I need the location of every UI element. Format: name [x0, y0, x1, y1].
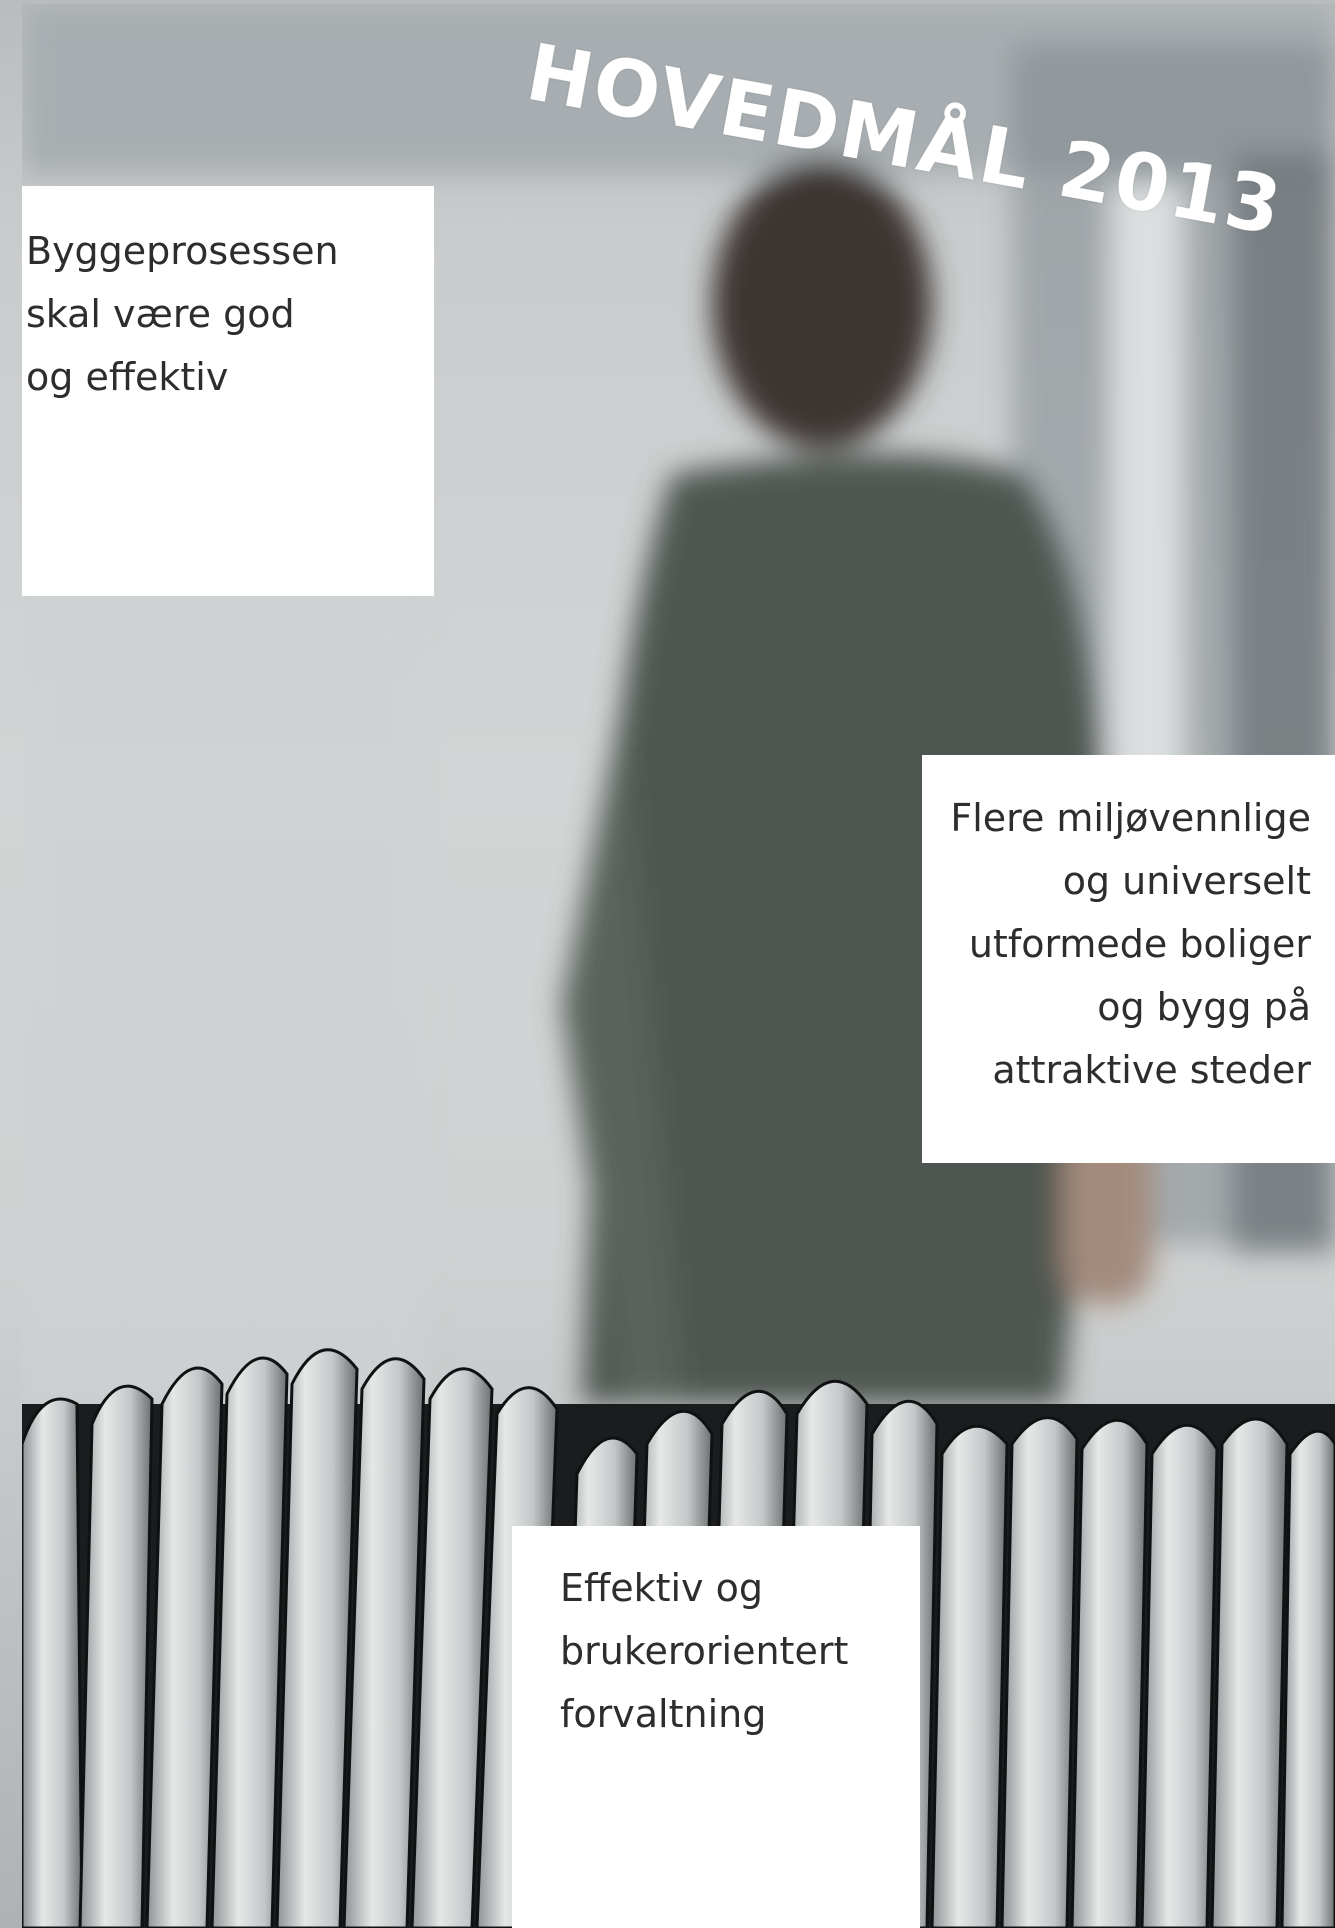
goal-2-line-3: utformede boliger: [968, 922, 1311, 966]
goal-2-line-1: Flere miljøvennlige: [950, 796, 1311, 840]
goal-text-1: Byggeprosessen skal være god og effektiv: [26, 220, 339, 409]
goal-3-line-3: forvaltning: [560, 1692, 767, 1736]
goal-3-line-1: Effektiv og: [560, 1566, 763, 1610]
goal-1-line-1: Byggeprosessen: [26, 229, 339, 273]
goal-2-line-4: og bygg på: [1097, 985, 1311, 1029]
goal-3-line-2: brukerorientert: [560, 1629, 849, 1673]
brochure-page: HOVEDMÅL 2013 Byggeprosessen skal være g…: [0, 0, 1335, 1928]
goal-2-line-2: og universelt: [1062, 859, 1311, 903]
goal-text-2: Flere miljøvennlige og universelt utform…: [950, 787, 1311, 1102]
goal-text-3: Effektiv og brukerorientert forvaltning: [560, 1557, 848, 1746]
goal-1-line-2: skal være god: [26, 292, 295, 336]
goal-1-line-3: og effektiv: [26, 355, 229, 399]
goal-2-line-5: attraktive steder: [992, 1048, 1311, 1092]
